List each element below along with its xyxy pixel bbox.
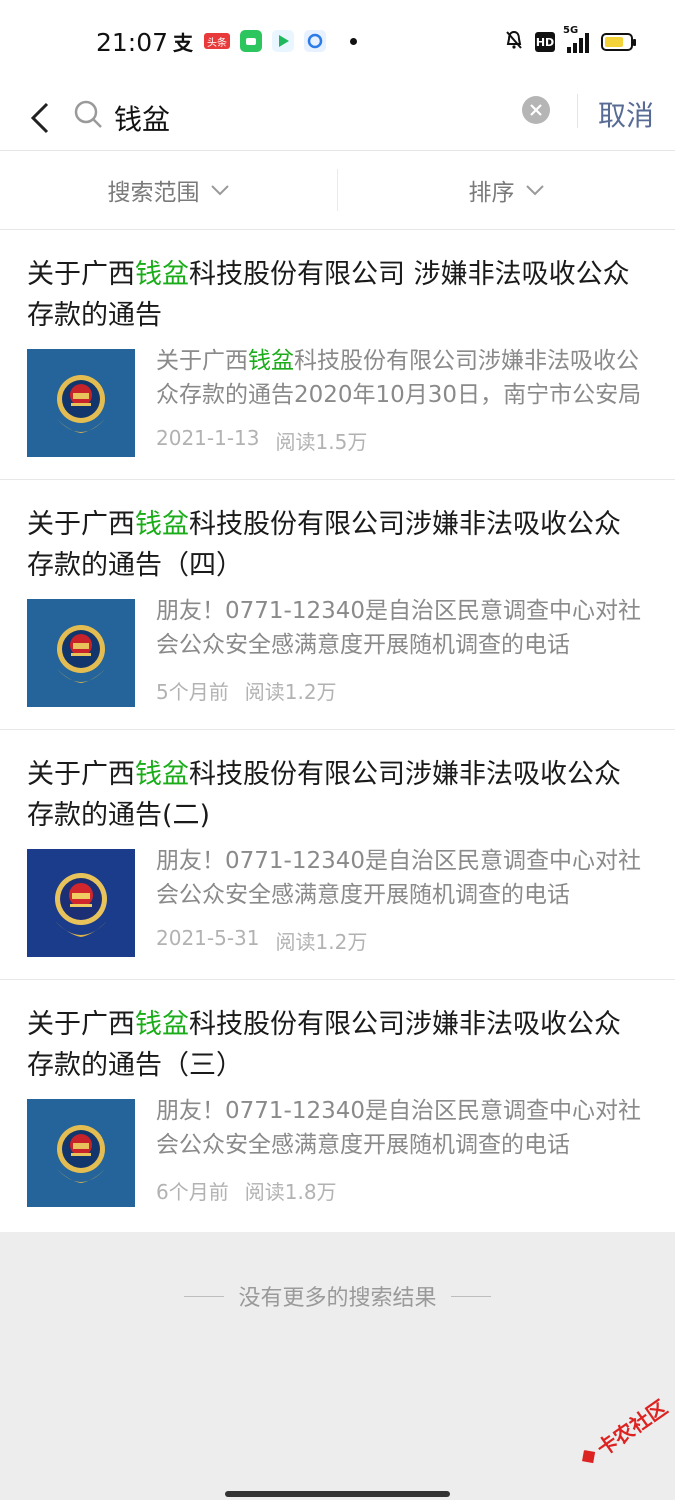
title-text: 关于广西: [27, 259, 135, 290]
search-bar: 取消: [0, 86, 675, 151]
result-card[interactable]: 关于广西钱盆科技股份有限公司涉嫌非法吸收公众存款的通告(二) 朋友！0771-1…: [0, 730, 675, 980]
divider-line: [450, 1295, 491, 1297]
result-thumbnail: [27, 849, 135, 957]
wechat-icon: [240, 30, 262, 52]
no-more-results-label: 没有更多的搜索结果: [238, 1286, 437, 1311]
battery-icon: [601, 33, 636, 51]
filter-bar: 搜索范围 排序: [0, 151, 675, 230]
result-title[interactable]: 关于广西钱盆科技股份有限公司 涉嫌非法吸收公众存款的通告: [27, 254, 642, 336]
police-badge-icon: [27, 349, 135, 457]
back-button[interactable]: [20, 94, 60, 142]
result-reads: 阅读1.5万: [275, 430, 368, 454]
result-card[interactable]: 关于广西钱盆科技股份有限公司涉嫌非法吸收公众存款的通告（四） 朋友！0771-1…: [0, 480, 675, 730]
police-badge-icon: [27, 599, 135, 707]
hd-icon: HD: [535, 32, 555, 52]
result-date: 6个月前: [156, 1180, 229, 1204]
result-meta: 6个月前 阅读1.8万: [156, 1176, 337, 1205]
result-meta: 2021-5-31 阅读1.2万: [156, 926, 367, 955]
title-highlight: 钱盆: [135, 759, 189, 790]
result-snippet: 朋友！0771-12340是自治区民意调查中心对社会公众安全感满意度开展随机调查…: [156, 1098, 641, 1158]
result-date: 2021-1-13: [156, 426, 260, 450]
sort-label: 排序: [468, 180, 515, 206]
watermark-text: 卡农社区: [592, 1395, 672, 1461]
notification-icons: 支 头条: [172, 30, 357, 55]
status-time: 21:07: [96, 28, 169, 57]
result-title[interactable]: 关于广西钱盆科技股份有限公司涉嫌非法吸收公众存款的通告（三）: [27, 1004, 642, 1086]
title-highlight: 钱盆: [135, 1009, 189, 1040]
police-badge-icon: [27, 849, 135, 957]
sort-filter[interactable]: 排序: [338, 151, 675, 229]
result-title[interactable]: 关于广西钱盆科技股份有限公司涉嫌非法吸收公众存款的通告（四）: [27, 504, 642, 586]
no-more-results: 没有更多的搜索结果: [0, 1280, 675, 1312]
mute-bell-icon: [505, 30, 523, 54]
result-date: 5个月前: [156, 680, 229, 704]
search-results-list: 关于广西钱盆科技股份有限公司 涉嫌非法吸收公众存款的通告 关于广西钱盆科技股份有…: [0, 230, 675, 1232]
watermark-logo-icon: [577, 1445, 599, 1467]
result-card[interactable]: 关于广西钱盆科技股份有限公司 涉嫌非法吸收公众存款的通告 关于广西钱盆科技股份有…: [0, 230, 675, 480]
result-thumbnail: [27, 599, 135, 707]
search-divider: [577, 94, 578, 128]
chevron-down-icon: [525, 185, 544, 196]
title-text: 关于广西: [27, 1009, 135, 1040]
result-reads: 阅读1.2万: [275, 930, 368, 954]
search-input[interactable]: [114, 94, 514, 142]
title-highlight: 钱盆: [135, 259, 189, 290]
search-scope-filter[interactable]: 搜索范围: [0, 151, 337, 229]
result-snippet: 关于广西钱盆科技股份有限公司涉嫌非法吸收公众存款的通告2020年10月30日，南…: [156, 348, 642, 408]
result-snippet: 朋友！0771-12340是自治区民意调查中心对社会公众安全感满意度开展随机调查…: [156, 848, 641, 908]
title-text: 关于广西: [27, 759, 135, 790]
toutiao-icon: 头条: [204, 33, 230, 49]
video-icon: [272, 30, 294, 52]
clear-search-button[interactable]: [522, 96, 550, 124]
system-icons: HD 5G: [505, 25, 636, 54]
result-thumbnail: [27, 349, 135, 457]
result-date: 2021-5-31: [156, 926, 260, 950]
signal-5g-icon: 5G: [563, 25, 589, 53]
home-indicator[interactable]: [225, 1491, 450, 1497]
search-scope-label: 搜索范围: [107, 180, 200, 206]
chevron-left-icon: [30, 102, 49, 134]
search-icon: [74, 100, 102, 128]
result-thumbnail: [27, 1099, 135, 1207]
chevron-down-icon: [210, 185, 229, 196]
status-bar: 21:07 支 头条 HD 5G: [0, 0, 675, 86]
result-snippet: 朋友！0771-12340是自治区民意调查中心对社会公众安全感满意度开展随机调查…: [156, 598, 641, 658]
result-meta: 2021-1-13 阅读1.5万: [156, 426, 367, 455]
title-highlight: 钱盆: [135, 509, 189, 540]
result-title[interactable]: 关于广西钱盆科技股份有限公司涉嫌非法吸收公众存款的通告(二): [27, 754, 642, 836]
result-card[interactable]: 关于广西钱盆科技股份有限公司涉嫌非法吸收公众存款的通告（三） 朋友！0771-1…: [0, 980, 675, 1232]
cancel-button[interactable]: 取消: [598, 94, 654, 134]
divider-line: [184, 1295, 225, 1297]
police-badge-icon: [27, 1099, 135, 1207]
result-reads: 阅读1.2万: [244, 680, 337, 704]
result-meta: 5个月前 阅读1.2万: [156, 676, 337, 705]
title-text: 关于广西: [27, 509, 135, 540]
alipay-icon: 支: [173, 30, 193, 55]
browser-icon: [304, 30, 326, 52]
more-notifications-dot-icon: [350, 37, 357, 45]
close-icon: [530, 104, 542, 116]
watermark: 卡农社区: [574, 1392, 673, 1473]
network-label: 5G: [563, 25, 579, 36]
result-reads: 阅读1.8万: [244, 1180, 337, 1204]
